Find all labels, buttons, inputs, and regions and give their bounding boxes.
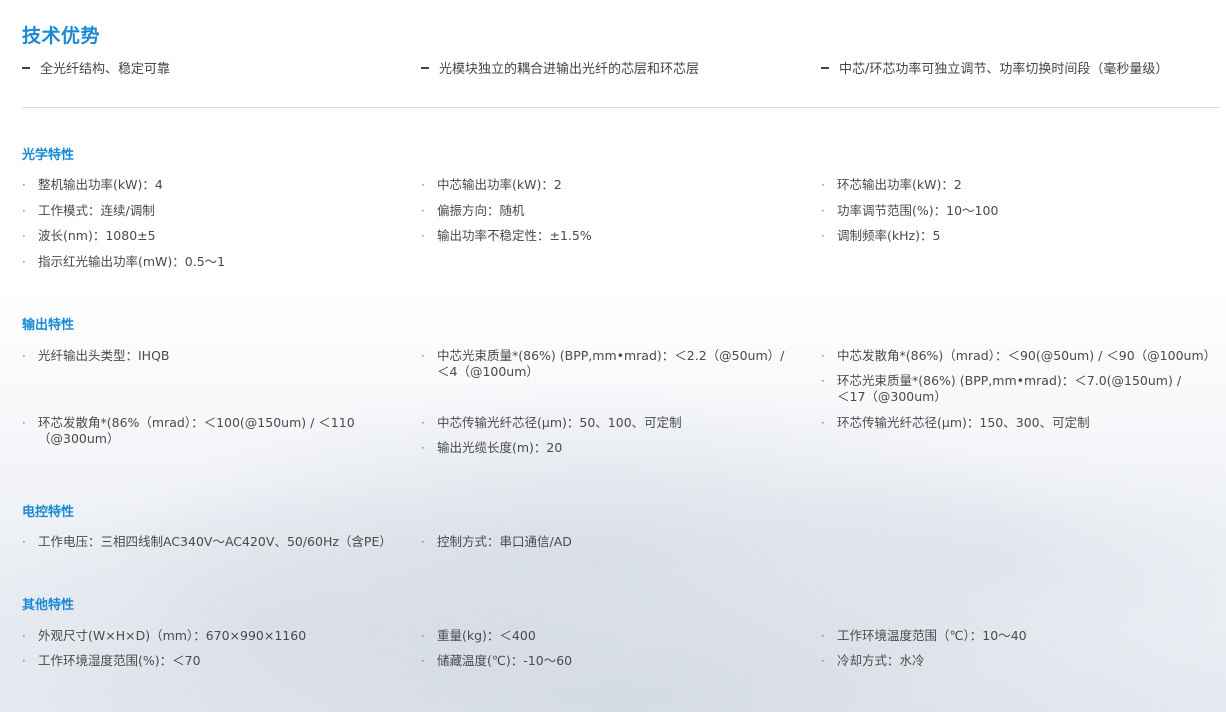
spec-item: · 冷却方式：水冷 <box>821 653 925 668</box>
bullet-icon: · <box>421 629 425 643</box>
bullet-icon: · <box>821 204 825 218</box>
spec-item: · 环芯传输光纤芯径(μm)：150、300、可定制 <box>821 415 1090 430</box>
spec-item: · 重量(kg)：＜400 <box>421 628 536 643</box>
bullet-icon: · <box>22 629 26 643</box>
section-title-other: 其他特性 <box>22 598 75 613</box>
section-title-electrical: 电控特性 <box>22 505 75 520</box>
spec-item: · 工作环境湿度范围(%)：＜70 <box>22 653 201 668</box>
bullet-icon: · <box>821 374 825 388</box>
bullet-icon: · <box>22 255 26 269</box>
spec-item: · 中芯传输光纤芯径(μm)：50、100、可定制 <box>421 415 682 430</box>
spec-item: · 控制方式：串口通信/AD <box>421 534 572 549</box>
section-title-output: 输出特性 <box>22 318 75 333</box>
bullet-icon: · <box>421 178 425 192</box>
advantage-item: 全光纤结构、稳定可靠 <box>22 58 170 77</box>
bullet-icon: · <box>22 204 26 218</box>
dash-icon <box>421 66 429 69</box>
spec-item: · 功率调节范围(%)：10～100 <box>821 203 999 218</box>
bullet-icon: · <box>22 416 26 430</box>
spec-item: · 环芯输出功率(kW)：2 <box>821 177 962 192</box>
dash-icon <box>821 66 829 69</box>
divider <box>22 107 1220 108</box>
bullet-icon: · <box>821 629 825 643</box>
spec-item: · 工作环境温度范围（℃）：10～40 <box>821 628 1027 643</box>
spec-item: · 输出功率不稳定性：±1.5% <box>421 228 592 243</box>
spec-item: · 环芯发散角*(86%（mrad）：＜100(@150um) / ＜110（@3… <box>22 415 355 446</box>
bullet-icon: · <box>22 178 26 192</box>
spec-item: · 调制频率(kHz)：5 <box>821 228 941 243</box>
bullet-icon: · <box>421 204 425 218</box>
bullet-icon: · <box>22 229 26 243</box>
bullet-icon: · <box>22 535 26 549</box>
bullet-icon: · <box>22 349 26 363</box>
section-title-optical: 光学特性 <box>22 148 75 163</box>
spec-item: · 工作电压：三相四线制AC340V～AC420V、50/60Hz（含PE） <box>22 534 392 549</box>
bullet-icon: · <box>22 654 26 668</box>
spec-item: · 指示红光输出功率(mW)：0.5～1 <box>22 254 226 269</box>
bullet-icon: · <box>421 349 425 363</box>
spec-item: · 中芯光束质量*(86%) (BPP,mm•mrad)：＜2.2（@50um）/… <box>421 348 785 379</box>
spec-item: · 外观尺寸(W×H×D)（mm）：670×990×1160 <box>22 628 307 643</box>
spec-item: · 工作模式：连续/调制 <box>22 203 155 218</box>
bullet-icon: · <box>421 416 425 430</box>
spec-item: · 中芯发散角*(86%)（mrad）：＜90(@50um) / ＜90（@100… <box>821 348 1217 363</box>
bullet-icon: · <box>421 229 425 243</box>
bullet-icon: · <box>821 178 825 192</box>
spec-item: · 环芯光束质量*(86%) (BPP,mm•mrad)：＜7.0(@150um)… <box>821 373 1182 404</box>
spec-item: · 中芯输出功率(kW)：2 <box>421 177 562 192</box>
spec-item: · 储藏温度(℃)：-10～60 <box>421 653 573 668</box>
bullet-icon: · <box>821 349 825 363</box>
dash-icon <box>22 66 30 69</box>
bullet-icon: · <box>821 416 825 430</box>
advantage-item: 光模块独立的耦合进输出光纤的芯层和环芯层 <box>421 58 699 77</box>
bullet-icon: · <box>421 441 425 455</box>
spec-item: · 输出光缆长度(m)：20 <box>421 440 563 455</box>
spec-item: · 光纤输出头类型：IHQB <box>22 348 170 363</box>
advantage-item: 中芯/环芯功率可独立调节、功率切换时间段（毫秒量级） <box>821 58 1168 77</box>
spec-item: · 偏振方向：随机 <box>421 203 525 218</box>
spec-item: · 波长(nm)：1080±5 <box>22 228 156 243</box>
bullet-icon: · <box>421 654 425 668</box>
bullet-icon: · <box>821 229 825 243</box>
page-title: 技术优势 <box>22 25 101 47</box>
bullet-icon: · <box>821 654 825 668</box>
spec-item: · 整机输出功率(kW)：4 <box>22 177 163 192</box>
bullet-icon: · <box>421 535 425 549</box>
